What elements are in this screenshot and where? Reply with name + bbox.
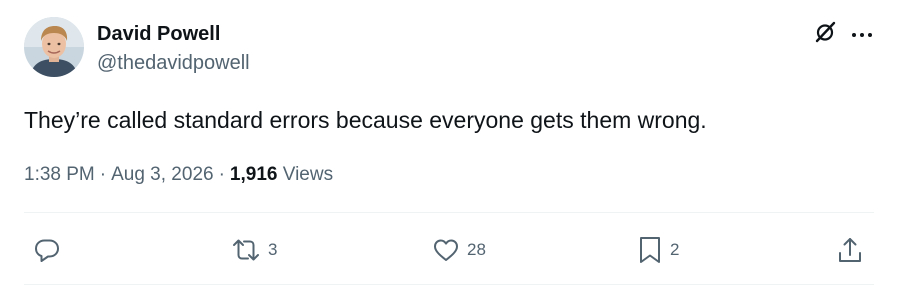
tweet-text: They’re called standard errors because e… bbox=[24, 107, 707, 133]
retweet-button[interactable]: 3 bbox=[231, 234, 277, 266]
tweet-card: David Powell @thedavidpowell They’re cal… bbox=[0, 0, 898, 286]
reply-icon bbox=[33, 236, 61, 264]
user-handle[interactable]: @thedavidpowell bbox=[97, 50, 250, 76]
bookmark-icon bbox=[637, 235, 663, 265]
action-bar: 3 28 2 bbox=[0, 234, 898, 266]
grok-icon[interactable] bbox=[813, 20, 837, 49]
divider bbox=[24, 212, 874, 213]
meta-separator: · bbox=[218, 164, 225, 185]
bookmark-count: 2 bbox=[670, 240, 680, 259]
views-count: 1,916 bbox=[229, 164, 278, 185]
share-icon bbox=[836, 235, 864, 265]
display-name[interactable]: David Powell bbox=[97, 21, 220, 47]
tweet-time[interactable]: 1:38 PM bbox=[24, 164, 95, 185]
retweet-icon bbox=[231, 236, 261, 264]
more-icon[interactable] bbox=[851, 26, 873, 44]
avatar[interactable] bbox=[24, 17, 84, 77]
reply-button[interactable] bbox=[33, 234, 68, 266]
views-label: Views bbox=[282, 164, 334, 185]
tweet-header-actions bbox=[813, 20, 873, 49]
divider bbox=[24, 284, 874, 285]
meta-separator: · bbox=[99, 164, 107, 185]
avatar-image bbox=[24, 17, 84, 77]
bookmark-button[interactable]: 2 bbox=[637, 234, 679, 266]
share-button[interactable] bbox=[836, 234, 864, 266]
like-icon bbox=[432, 236, 460, 264]
tweet-date[interactable]: Aug 3, 2026 bbox=[111, 164, 213, 185]
tweet-meta: 1:38 PM · Aug 3, 2026 · 1,916 Views bbox=[24, 162, 333, 188]
retweet-count: 3 bbox=[268, 240, 278, 259]
like-button[interactable]: 28 bbox=[432, 234, 486, 266]
like-count: 28 bbox=[467, 240, 486, 259]
